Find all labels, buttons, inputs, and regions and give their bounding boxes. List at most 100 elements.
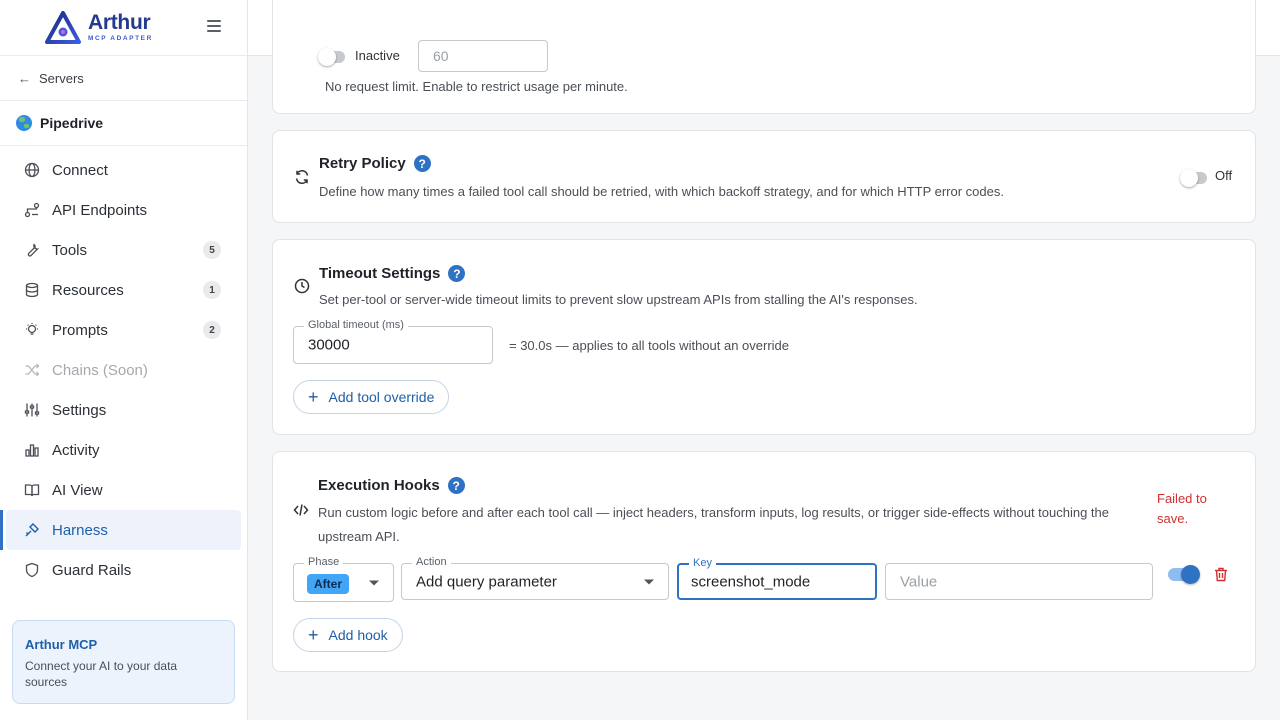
sidebar-item-label: Prompts [52,321,108,339]
database-icon [22,282,42,298]
retry-policy-toggle[interactable] [1180,169,1207,189]
harness-icon [22,522,42,538]
shuffle-icon [22,362,42,378]
action-select[interactable]: Action Add query parameter [401,556,669,600]
book-icon [22,482,42,498]
retry-policy-status: Off [1215,168,1233,183]
sidebar-nav: Connect API Endpoints Tools 5 Resources … [0,146,247,590]
sidebar-item-label: Settings [52,401,107,419]
rate-limit-note: No request limit. Enable to restrict usa… [325,79,628,94]
sidebar-item-label: Harness [52,521,108,539]
sidebar-item-guard-rails[interactable]: Guard Rails [6,550,241,590]
rate-limit-card: Inactive 60 No request limit. Enable to … [272,0,1256,114]
add-tool-override-button[interactable]: + Add tool override [293,380,450,414]
back-label: Servers [39,70,84,86]
rate-limit-input[interactable]: 60 [418,40,548,72]
sidebar-item-label: Activity [52,441,100,459]
sidebar-item-ai-view[interactable]: AI View [6,470,241,510]
phase-chip: After [307,574,350,594]
globe-icon [22,162,42,178]
timeout-settings-card: Timeout Settings ? Set per-tool or serve… [272,239,1256,435]
sidebar-item-label: Tools [52,241,88,259]
execution-hooks-title: Execution Hooks [318,477,440,494]
clock-icon [293,277,311,295]
key-label: Key [689,557,716,569]
refresh-icon [293,168,311,186]
chevron-down-icon [369,580,379,585]
count-badge: 2 [203,321,221,339]
action-value: Add query parameter [416,573,557,590]
timeout-settings-title: Timeout Settings [319,265,441,282]
action-label: Action [412,556,451,568]
brand-name: Arthur [88,11,151,35]
sidebar: Arthur MCP ADAPTER ← Servers Pipedrive C… [0,0,248,720]
sidebar-item-resources[interactable]: Resources 1 [6,270,241,310]
sliders-icon [22,402,42,418]
code-icon [292,501,310,519]
promo-card: Arthur MCP Connect your AI to your data … [12,620,235,704]
help-icon[interactable]: ? [448,265,466,282]
promo-text: Connect your AI to your data sources [25,659,178,689]
retry-policy-card: Retry Policy ? Define how many times a f… [272,130,1256,223]
sidebar-item-label: Guard Rails [52,561,132,579]
timeout-hint: = 30.0s — applies to all tools without a… [509,338,790,353]
sidebar-item-activity[interactable]: Activity [6,430,241,470]
current-server: Pipedrive [0,101,247,146]
global-timeout-value: 30000 [308,336,350,354]
sidebar-item-label: Chains (Soon) [52,361,148,379]
retry-policy-title: Retry Policy [319,155,406,172]
trash-icon[interactable] [1214,567,1228,587]
add-hook-button[interactable]: + Add hook [293,618,403,652]
arrow-left-icon: ← [18,70,31,86]
rate-limit-toggle[interactable] [318,48,345,68]
sidebar-item-chains: Chains (Soon) [6,350,241,390]
execution-hooks-card: Execution Hooks ? Run custom logic befor… [272,451,1256,672]
sidebar-item-label: AI View [52,481,103,499]
phase-label: Phase [304,556,344,568]
promo-title: Arthur MCP [25,637,98,652]
globe-icon [16,115,32,131]
wrench-icon [22,242,42,258]
sidebar-item-tools[interactable]: Tools 5 [6,230,241,270]
sidebar-item-harness[interactable]: Harness [0,510,241,550]
add-hook-label: Add hook [328,627,388,643]
hook-key-input[interactable]: Key screenshot_mode [677,557,877,600]
global-timeout-label: Global timeout (ms) [304,319,408,331]
lightbulb-icon [22,322,42,338]
add-tool-override-label: Add tool override [328,389,435,405]
chart-icon [22,442,42,458]
sidebar-item-label: Connect [52,161,108,179]
sidebar-item-label: Resources [52,281,124,299]
sidebar-item-prompts[interactable]: Prompts 2 [6,310,241,350]
server-name: Pipedrive [40,115,104,131]
rate-limit-placeholder: 60 [433,48,449,64]
shield-icon [22,562,42,578]
sidebar-item-settings[interactable]: Settings [6,390,241,430]
save-error-message: Failed to save. [1157,491,1207,526]
execution-hooks-description: Run custom logic before and after each t… [318,505,1110,544]
hook-enabled-toggle[interactable] [1168,565,1200,584]
sidebar-item-connect[interactable]: Connect [6,150,241,190]
brand-subtitle: MCP ADAPTER [88,35,153,43]
plus-icon: + [308,387,319,407]
brand: Arthur MCP ADAPTER [0,0,247,56]
chevron-down-icon [644,579,654,584]
rate-limit-status: Inactive [355,48,400,63]
hook-value-input[interactable]: Value [885,563,1153,600]
value-placeholder: Value [900,573,938,590]
help-icon[interactable]: ? [413,155,431,172]
sidebar-item-api-endpoints[interactable]: API Endpoints [6,190,241,230]
count-badge: 5 [203,241,221,259]
plus-icon: + [308,625,319,645]
back-to-servers-link[interactable]: ← Servers [0,56,247,101]
help-icon[interactable]: ? [447,477,465,494]
global-timeout-input[interactable]: Global timeout (ms) 30000 [293,319,493,364]
count-badge: 1 [203,281,221,299]
retry-policy-description: Define how many times a failed tool call… [319,184,1004,199]
hamburger-menu-icon[interactable] [207,20,221,34]
phase-select[interactable]: Phase After [293,556,394,602]
sidebar-item-label: API Endpoints [52,201,148,219]
timeout-settings-description: Set per-tool or server-wide timeout limi… [319,292,918,307]
key-value: screenshot_mode [691,573,811,590]
endpoints-icon [22,202,42,218]
